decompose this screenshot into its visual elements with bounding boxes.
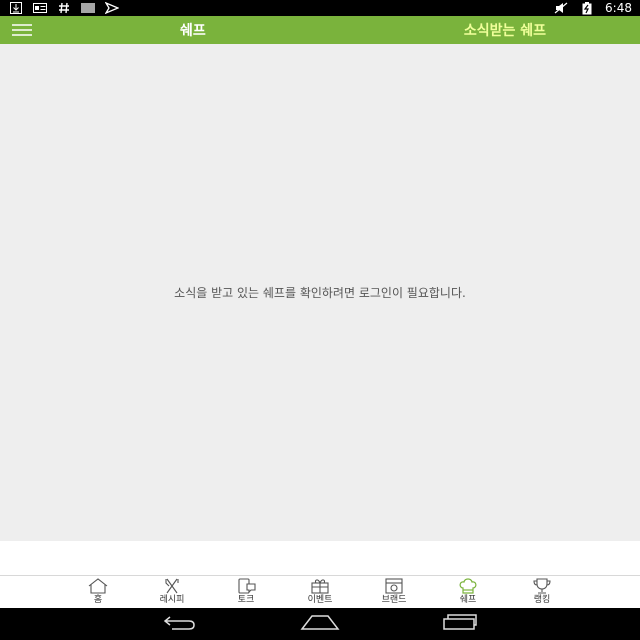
nav-label: 홈	[93, 595, 103, 605]
battery-icon	[579, 1, 595, 14]
system-back-button[interactable]	[160, 612, 200, 636]
system-recents-button[interactable]	[440, 612, 480, 636]
brand-icon	[382, 578, 406, 594]
subscribed-chefs-link[interactable]: 소식받는 쉐프	[464, 20, 546, 40]
nav-item-event[interactable]: 이벤트	[283, 576, 357, 608]
home-icon	[86, 578, 110, 594]
chef-hat-icon	[456, 578, 480, 594]
login-required-message: 소식을 받고 있는 쉐프를 확인하려면 로그인이 필요합니다.	[174, 286, 466, 300]
back-icon	[162, 614, 198, 634]
nav-item-home[interactable]: 홈	[61, 576, 135, 608]
nav-item-recipe[interactable]: 레시피	[135, 576, 209, 608]
status-right-icons: 6:48	[553, 1, 632, 15]
status-left-icons	[8, 2, 120, 14]
nav-label: 이벤트	[307, 595, 333, 605]
menu-button[interactable]	[0, 16, 44, 44]
trophy-icon	[530, 578, 554, 594]
page-title: 쉐프	[180, 23, 206, 39]
nav-label: 브랜드	[381, 595, 407, 605]
status-time: 6:48	[605, 1, 632, 15]
recents-icon	[442, 614, 478, 634]
nav-item-chef[interactable]: 쉐프	[431, 576, 505, 608]
content-spacer	[0, 541, 640, 575]
hash-icon	[56, 2, 72, 14]
home-outline-icon	[300, 614, 340, 634]
nav-label: 쉐프	[459, 595, 477, 605]
status-bar: 6:48	[0, 0, 640, 16]
mute-icon	[553, 2, 569, 14]
main-content: 소식을 받고 있는 쉐프를 확인하려면 로그인이 필요합니다.	[0, 44, 640, 541]
system-nav-bar	[0, 608, 640, 640]
nav-item-ranking[interactable]: 랭킹	[505, 576, 579, 608]
send-icon	[104, 2, 120, 14]
bottom-nav: 홈 레시피 토크 이벤트 브랜드 쉐프 랭킹	[0, 575, 640, 608]
app-bar: 쉐프 소식받는 쉐프	[0, 16, 640, 44]
barcode-icon	[80, 2, 96, 14]
system-home-button[interactable]	[300, 612, 340, 636]
nav-item-talk[interactable]: 토크	[209, 576, 283, 608]
nav-label: 레시피	[159, 595, 185, 605]
chat-icon	[234, 578, 258, 594]
card-icon	[32, 2, 48, 14]
nav-label: 랭킹	[533, 595, 551, 605]
download-icon	[8, 2, 24, 14]
nav-label: 토크	[237, 595, 255, 605]
hamburger-icon	[12, 21, 32, 40]
utensils-icon	[160, 578, 184, 594]
gift-icon	[308, 578, 332, 594]
nav-item-brand[interactable]: 브랜드	[357, 576, 431, 608]
